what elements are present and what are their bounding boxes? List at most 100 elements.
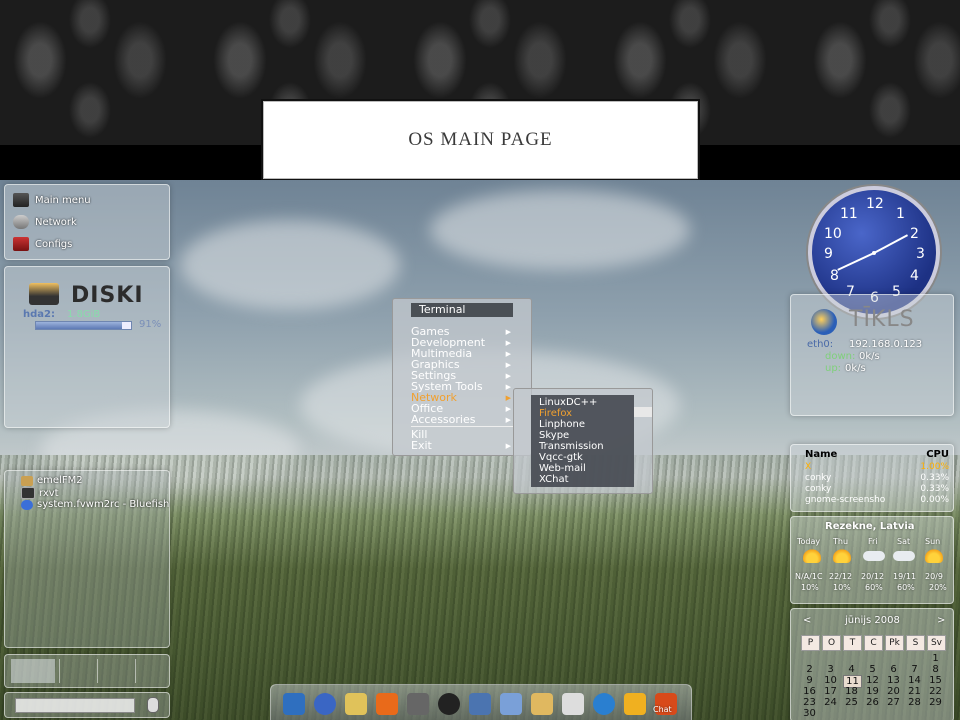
process-row: conky 0.33%	[805, 484, 949, 494]
down-rate: 0k/s	[859, 351, 880, 362]
task-rxvt[interactable]: rxvt	[21, 487, 59, 499]
pager-desk-3[interactable]	[97, 659, 132, 683]
process-row: gnome-screensho 0.00%	[805, 495, 949, 505]
globe-icon[interactable]	[314, 693, 336, 715]
calendar-weekday: C	[864, 635, 883, 651]
process-cpu: 0.33%	[920, 473, 949, 483]
calendar-day[interactable]: 28	[906, 697, 923, 708]
calendar-day[interactable]: 14	[906, 675, 923, 686]
clock-center	[872, 251, 876, 255]
network-interface: eth0:	[807, 339, 834, 350]
calendar-day[interactable]: 10	[822, 675, 839, 686]
submenu-item-web-mail[interactable]: Web-mail	[539, 463, 586, 474]
qq-icon[interactable]	[624, 693, 646, 715]
calendar-day[interactable]: 3	[822, 664, 839, 675]
task-emelfm2[interactable]: emelFM2	[21, 475, 83, 486]
process-row: conky 0.33%	[805, 473, 949, 483]
weather-precip: 60%	[897, 583, 915, 592]
calendar-day[interactable]: 22	[927, 686, 944, 697]
calendar-day[interactable]: 15	[927, 675, 944, 686]
menu-item-label: Exit	[411, 439, 432, 452]
calendar-day[interactable]: 29	[927, 697, 944, 708]
menu-divider	[411, 426, 513, 427]
process-name: conky	[805, 484, 832, 494]
submenu-item-xchat[interactable]: XChat	[539, 474, 569, 485]
clock-number: 1	[896, 206, 905, 222]
task-label: rxvt	[39, 487, 59, 499]
calendar-day[interactable]: 18	[843, 686, 860, 697]
calendar-day[interactable]: 21	[906, 686, 923, 697]
calendar-weekday: Sv	[927, 635, 946, 651]
submenu-item-skype[interactable]: Skype	[539, 430, 569, 441]
network-icon	[13, 215, 29, 229]
calendar-day[interactable]: 24	[822, 697, 839, 708]
calendar-day[interactable]: 20	[885, 686, 902, 697]
menu-item-exit[interactable]: Exit ▶	[411, 440, 511, 451]
skype-icon[interactable]	[593, 693, 615, 715]
calendar-day[interactable]: 17	[822, 686, 839, 697]
submenu-item-transmission[interactable]: Transmission	[539, 441, 604, 452]
configs-launcher[interactable]: Configs	[13, 237, 72, 251]
dock-chat-label: Chat	[653, 705, 672, 714]
calendar-day[interactable]: 19	[864, 686, 881, 697]
tool-icon[interactable]	[407, 693, 429, 715]
task-bluefish[interactable]: system.fvwm2rc - Bluefish	[21, 499, 169, 510]
calendar-prev-button[interactable]: <	[803, 615, 811, 626]
hard-disk-icon	[29, 283, 59, 305]
penguin-icon[interactable]	[438, 693, 460, 715]
calendar-day[interactable]: 2	[801, 664, 818, 675]
submenu-item-linphone[interactable]: Linphone	[539, 419, 585, 430]
chat-icon[interactable]	[562, 693, 584, 715]
menu-item-accessories[interactable]: Accessories ▶	[411, 414, 511, 425]
calendar-day[interactable]: 4	[843, 664, 860, 675]
pager-desk-1[interactable]	[11, 659, 55, 683]
disk-usage-fill	[36, 322, 123, 329]
arch-icon[interactable]	[283, 693, 305, 715]
pager-desk-2[interactable]	[59, 659, 94, 683]
calendar-day[interactable]: 30	[801, 708, 818, 719]
submenu-item-vqcc-gtk[interactable]: Vqcc-gtk	[539, 452, 583, 463]
calendar-day[interactable]: 16	[801, 686, 818, 697]
weather-precip: 10%	[801, 583, 819, 592]
cloud	[430, 190, 690, 270]
weather-precip: 60%	[865, 583, 883, 592]
pager-desk-4[interactable]	[135, 659, 166, 683]
run-bar	[4, 692, 170, 718]
menu-item-label: Accessories	[411, 413, 476, 426]
calendar-day[interactable]: 7	[906, 664, 923, 675]
weather-day: Fri	[868, 537, 878, 546]
calendar-day[interactable]: 25	[843, 697, 860, 708]
calendar-day[interactable]: 6	[885, 664, 902, 675]
start-menu: Terminal Games ▶ Development ▶ Multimedia ▶…	[392, 298, 532, 456]
calendar-day[interactable]: 12	[864, 675, 881, 686]
desktop-screenshot: Main menu Network Configs DISKI hda2: 1.…	[0, 180, 960, 720]
calendar-day[interactable]: 26	[864, 697, 881, 708]
calendar-day[interactable]: 23	[801, 697, 818, 708]
calendar-next-button[interactable]: >	[937, 615, 945, 626]
calendar-day[interactable]: 9	[801, 675, 818, 686]
calendar-day[interactable]: 13	[885, 675, 902, 686]
disk-percent: 91%	[139, 319, 162, 330]
disk-title: DISKI	[71, 283, 144, 308]
book-icon[interactable]	[531, 693, 553, 715]
config-icon	[13, 237, 29, 251]
network-launcher[interactable]: Network	[13, 215, 77, 229]
calendar-day[interactable]: 1	[927, 653, 944, 664]
submenu-item-linuxdcpp[interactable]: LinuxDC++	[539, 397, 597, 408]
calendar-day[interactable]: 5	[864, 664, 881, 675]
clock-number: 4	[910, 268, 919, 284]
firefox-icon[interactable]	[376, 693, 398, 715]
plane-icon[interactable]	[500, 693, 522, 715]
submenu-item-firefox[interactable]: Firefox	[539, 408, 572, 419]
screen-icon[interactable]	[469, 693, 491, 715]
main-menu-launcher[interactable]: Main menu	[13, 193, 91, 207]
disk-drive: hda2:	[23, 309, 55, 320]
disk-usage-bar	[35, 321, 132, 330]
run-command-input[interactable]	[15, 698, 135, 713]
calendar-day[interactable]: 27	[885, 697, 902, 708]
calendar-day[interactable]: 8	[927, 664, 944, 675]
menu-item-terminal[interactable]: Terminal	[411, 303, 513, 317]
weather-day: Sat	[897, 537, 911, 546]
folder-icon[interactable]	[345, 693, 367, 715]
desktop-pager[interactable]	[4, 654, 170, 688]
